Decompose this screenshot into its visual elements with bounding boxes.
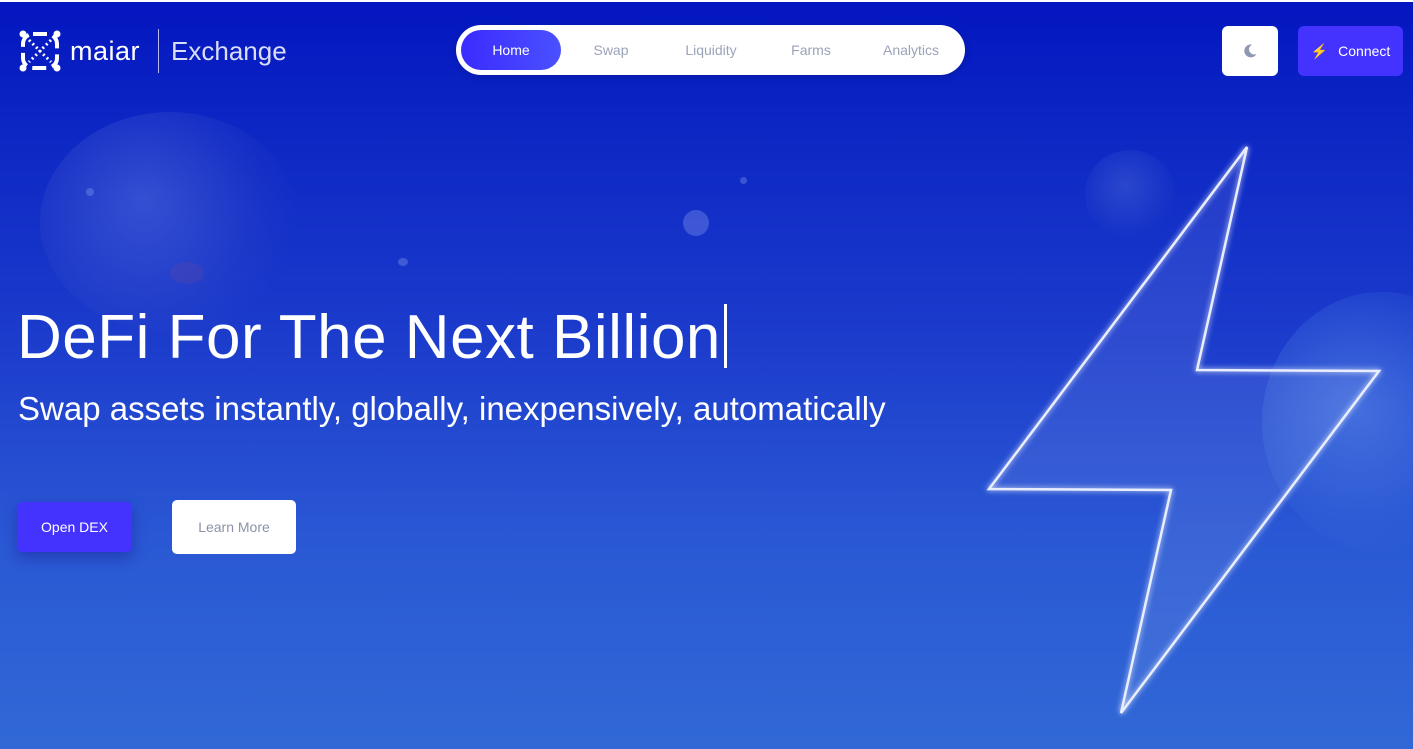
logo-divider (158, 29, 160, 73)
maiar-logo[interactable]: maiar Exchange (18, 28, 287, 74)
theme-toggle-button[interactable] (1222, 26, 1278, 76)
open-dex-button[interactable]: Open DEX (17, 502, 132, 552)
planet-decoration-left (40, 112, 300, 332)
learn-more-button[interactable]: Learn More (172, 500, 296, 554)
nav-item-liquidity[interactable]: Liquidity (661, 30, 761, 70)
nav-item-home[interactable]: Home (461, 30, 561, 70)
star-decoration (86, 188, 94, 196)
lightning-icon: ⚡ (1310, 42, 1329, 59)
star-decoration (740, 177, 747, 184)
hero-title: DeFi For The Next Billion (17, 302, 727, 373)
main-nav: Home Swap Liquidity Farms Analytics (456, 25, 965, 75)
logo-wordmark: maiar (70, 35, 141, 66)
hero-subtitle: Swap assets instantly, globally, inexpen… (18, 390, 886, 427)
typing-cursor (723, 304, 727, 368)
maiar-logo-icon (19, 30, 61, 72)
nav-item-swap[interactable]: Swap (561, 30, 661, 70)
nav-item-analytics[interactable]: Analytics (861, 30, 961, 70)
star-decoration (683, 210, 709, 236)
lightning-bolt-illustration (986, 146, 1382, 714)
connect-button[interactable]: ⚡ Connect (1298, 26, 1403, 76)
landing-page: maiar Exchange Home Swap Liquidity Farms… (0, 0, 1413, 749)
connect-button-label: Connect (1338, 43, 1391, 59)
star-decoration (398, 258, 408, 266)
logo-subtitle: Exchange (171, 35, 287, 66)
nav-item-farms[interactable]: Farms (761, 30, 861, 70)
hero-title-text: DeFi For The Next Billion (17, 303, 721, 372)
moon-icon (1244, 44, 1257, 58)
